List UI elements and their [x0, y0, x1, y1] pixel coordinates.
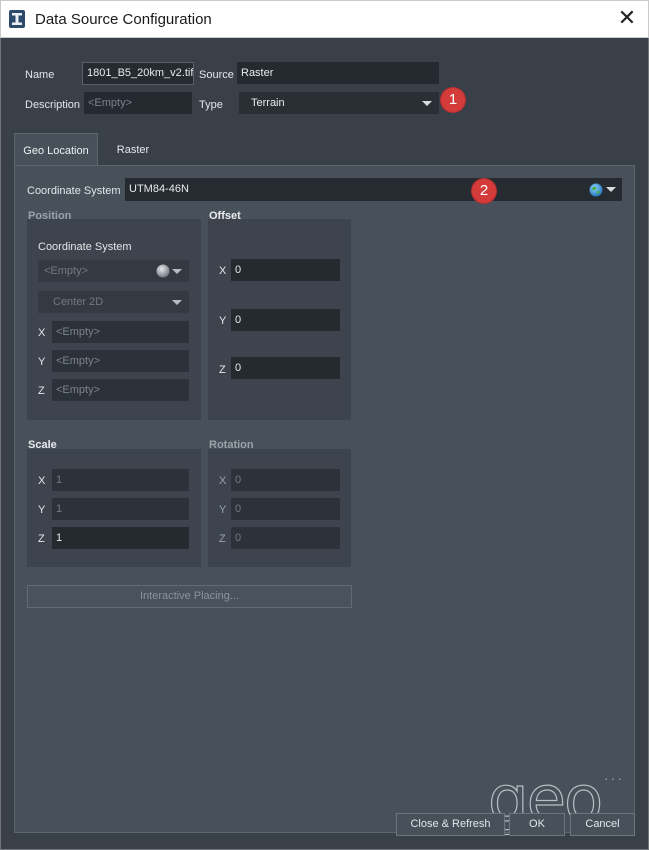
position-z-label: Z: [38, 385, 45, 397]
callout-badge-1: 1: [441, 88, 465, 112]
close-icon[interactable]: ✕: [617, 7, 637, 29]
window-title: Data Source Configuration: [35, 11, 212, 28]
type-dropdown[interactable]: Terrain: [239, 92, 439, 114]
chevron-down-icon: [172, 269, 182, 274]
name-label: Name: [25, 69, 55, 81]
rotation-y-label: Y: [219, 504, 227, 516]
position-x-label: X: [38, 327, 46, 339]
coordinate-system-value: UTM84-46N: [129, 183, 189, 195]
scale-y-label: Y: [38, 504, 46, 516]
source-label: Source: [199, 69, 234, 81]
rotation-z-label: Z: [219, 533, 226, 545]
globe-icon: [156, 264, 170, 278]
rotation-z-input[interactable]: 0: [231, 527, 340, 549]
position-mode-dropdown[interactable]: Center 2D: [38, 291, 189, 313]
scale-z-label: Z: [38, 533, 45, 545]
chevron-down-icon[interactable]: [606, 187, 616, 192]
scale-y-input[interactable]: 1: [52, 498, 189, 520]
coordinate-system-label: Coordinate System: [27, 185, 121, 197]
type-label: Type: [199, 99, 223, 111]
offset-y-input[interactable]: 0: [231, 309, 340, 331]
description-input[interactable]: <Empty>: [84, 92, 192, 114]
tab-geo-location[interactable]: Geo Location: [14, 133, 98, 165]
chevron-down-icon: [172, 300, 182, 305]
offset-y-label: Y: [219, 315, 227, 327]
position-z-input[interactable]: <Empty>: [52, 379, 189, 401]
app-icon: [9, 10, 25, 28]
rotation-y-input[interactable]: 0: [231, 498, 340, 520]
offset-z-label: Z: [219, 364, 226, 376]
position-y-label: Y: [38, 356, 46, 368]
offset-x-label: X: [219, 265, 227, 277]
offset-x-input[interactable]: 0: [231, 259, 340, 281]
cancel-button[interactable]: Cancel: [570, 813, 635, 836]
position-y-input[interactable]: <Empty>: [52, 350, 189, 372]
globe-icon[interactable]: [589, 183, 603, 197]
offset-z-input[interactable]: 0: [231, 357, 340, 379]
ok-button[interactable]: OK: [509, 813, 565, 836]
scale-x-label: X: [38, 475, 46, 487]
position-coordinate-system-value: <Empty>: [44, 265, 89, 277]
name-input[interactable]: 1801_B5_20km_v2.tif: [82, 62, 194, 85]
scale-x-input[interactable]: 1: [52, 469, 189, 491]
watermark-dots: ···: [604, 770, 624, 786]
position-coordinate-system-label: Coordinate System: [38, 241, 132, 253]
rotation-x-input[interactable]: 0: [231, 469, 340, 491]
tab-raster[interactable]: Raster: [104, 133, 162, 165]
source-input[interactable]: Raster: [237, 62, 439, 84]
type-dropdown-value: Terrain: [251, 97, 285, 109]
scale-z-input[interactable]: 1: [52, 527, 189, 549]
position-x-input[interactable]: <Empty>: [52, 321, 189, 343]
coordinate-system-dropdown[interactable]: UTM84-46N: [125, 178, 622, 201]
rotation-x-label: X: [219, 475, 227, 487]
chevron-down-icon: [422, 101, 432, 106]
description-label: Description: [25, 99, 81, 111]
close-refresh-button[interactable]: Close & Refresh: [396, 813, 505, 836]
position-mode-value: Center 2D: [53, 296, 104, 308]
interactive-placing-button[interactable]: Interactive Placing...: [27, 585, 352, 608]
callout-badge-2: 2: [472, 179, 496, 203]
